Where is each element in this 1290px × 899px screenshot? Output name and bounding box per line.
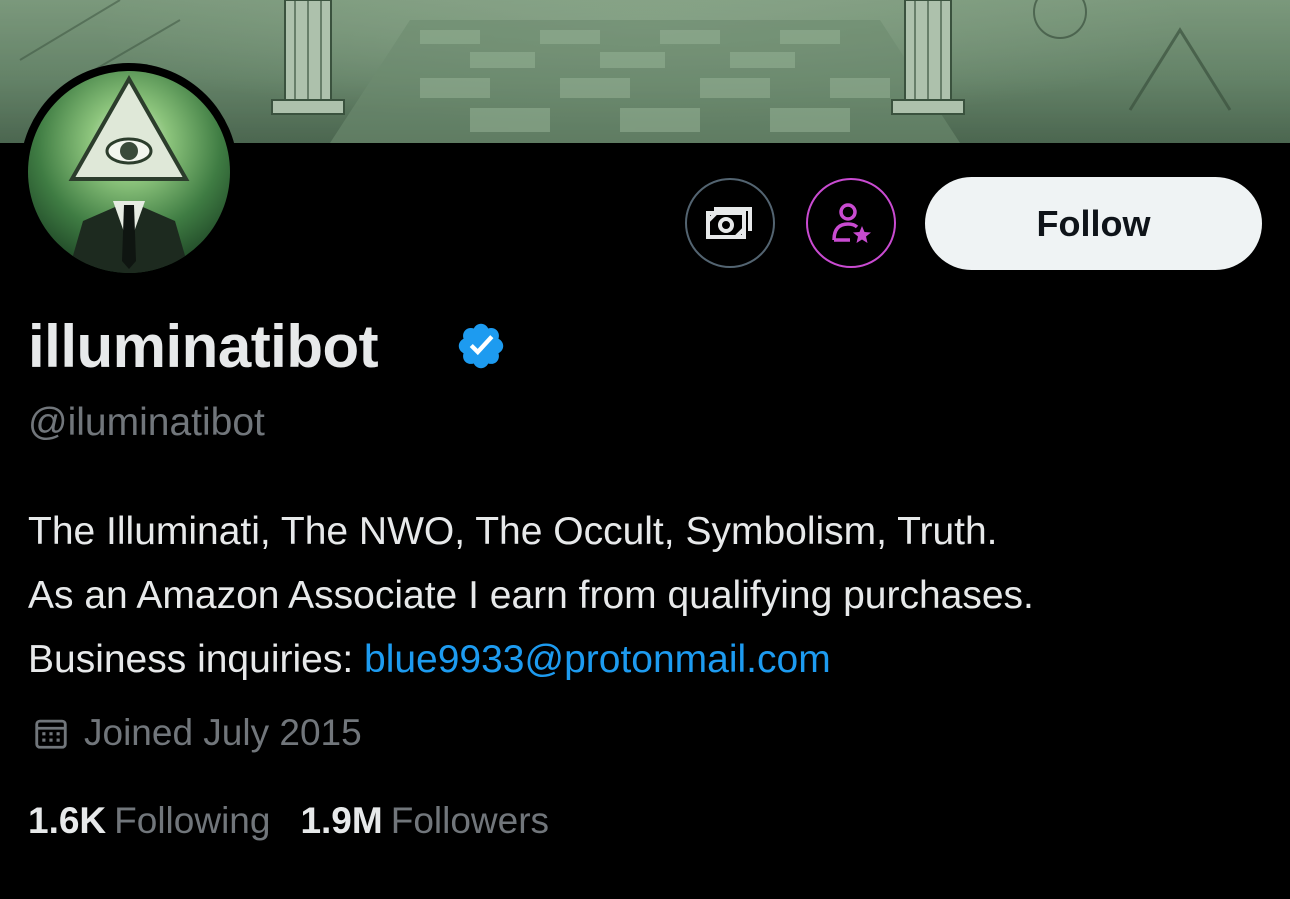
following-link[interactable]: 1.6K Following [28, 800, 270, 842]
profile-stats: 1.6K Following 1.9M Followers [28, 800, 579, 842]
bio-line: Business inquiries: blue9933@protonmail.… [28, 628, 1034, 692]
joined-date: Joined July 2015 [32, 712, 362, 754]
verified-badge-icon[interactable] [455, 320, 507, 372]
display-name: illuminatibot [28, 313, 379, 380]
bio-line: As an Amazon Associate I earn from quali… [28, 574, 1034, 617]
avatar[interactable] [20, 63, 238, 281]
following-label: Following [114, 800, 271, 841]
followers-label: Followers [390, 800, 550, 841]
handle: @iluminatibot [28, 401, 265, 444]
subscribe-button[interactable] [806, 178, 896, 268]
bio: The Illuminati, The NWO, The Occult, Sym… [28, 500, 1034, 692]
followers-count: 1.9M [300, 800, 383, 841]
calendar-icon [35, 719, 67, 749]
bio-line: The Illuminati, The NWO, The Occult, Sym… [28, 510, 998, 553]
email-link[interactable]: blue9933@protonmail.com [364, 638, 831, 681]
money-icon [706, 207, 752, 239]
person-star-icon [832, 203, 871, 243]
follow-button[interactable]: Follow [925, 177, 1262, 270]
tip-button[interactable] [685, 178, 775, 268]
bio-prefix: Business inquiries: [28, 638, 364, 681]
followers-link[interactable]: 1.9M Followers [300, 800, 549, 842]
following-count: 1.6K [28, 800, 107, 841]
avatar-image [28, 71, 230, 273]
joined-text: Joined July 2015 [84, 712, 362, 753]
